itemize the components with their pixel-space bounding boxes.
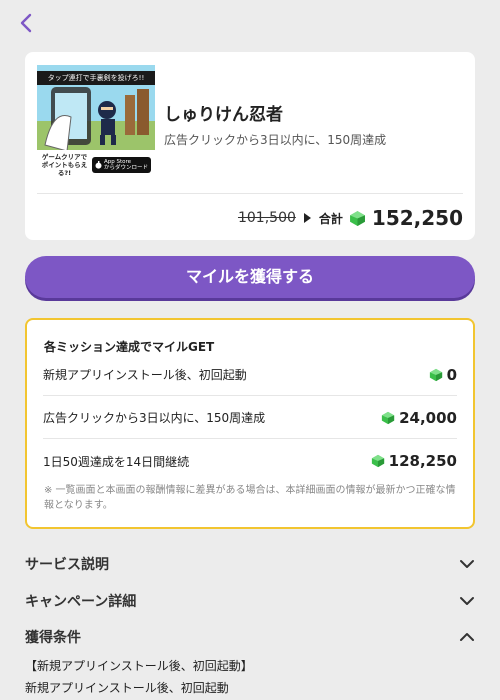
chevron-up-icon: [460, 633, 474, 641]
total-label: 合計: [318, 211, 343, 226]
chevron-down-icon: [460, 597, 474, 605]
condition-text: 新規アプリインストール後、初回起動: [25, 681, 229, 695]
gem-icon: [371, 454, 384, 468]
mission-row: 新規アプリインストール後、初回起動 0: [43, 354, 457, 396]
missions-panel: 各ミッション達成でマイルGET 新規アプリインストール後、初回起動 0 広告クリ…: [25, 318, 475, 529]
gem-icon: [349, 210, 365, 226]
gem-icon: [381, 411, 395, 424]
price-row: 101,500 合計 152,250: [238, 203, 463, 233]
total-value: 152,250: [371, 206, 463, 230]
thumbnail-banner: タップ連打で手裏剣を投げろ!!: [37, 71, 155, 85]
section-service-description[interactable]: サービス説明: [25, 549, 475, 579]
thumbnail-tagline: ゲームクリアで ポイントもらえる?!: [41, 153, 88, 177]
back-button[interactable]: [14, 10, 38, 36]
app-thumbnail[interactable]: タップ連打で手裏剣を投げろ!! ゲームクリアで ポイントもらえる?! App S…: [37, 65, 155, 180]
mission-label: 1日50週達成を14日間継続: [43, 454, 190, 469]
mission-reward-value: 24,000: [399, 408, 457, 427]
mission-row: 1日50週達成を14日間継続 128,250: [43, 440, 457, 482]
old-price: 101,500: [237, 210, 296, 226]
app-description: 広告クリックから3日以内に、150周達成: [164, 133, 387, 147]
app-card: タップ連打で手裏剣を投げろ!! ゲームクリアで ポイントもらえる?! App S…: [25, 52, 475, 240]
top-bar: [0, 0, 500, 48]
mission-label: 広告クリックから3日以内に、150周達成: [43, 411, 266, 425]
missions-title: 各ミッション達成でマイルGET: [44, 340, 215, 354]
mission-reward: 128,250: [371, 452, 457, 470]
condition-heading: 【新規アプリインストール後、初回起動】: [25, 659, 253, 673]
section-title: キャンペーン詳細: [25, 594, 137, 610]
mission-label: 新規アプリインストール後、初回起動: [43, 368, 247, 382]
store-badge-line2: からダウンロード: [103, 165, 148, 171]
section-acquisition-conditions[interactable]: 獲得条件: [25, 622, 475, 652]
gem-icon: [429, 368, 442, 381]
section-title: サービス説明: [25, 557, 109, 573]
chevron-down-icon: [460, 560, 474, 568]
missions-note: ※ 一覧画面と本画面の報酬情報に差異がある場合は、本詳細画面の情報が最新かつ正確…: [44, 485, 456, 511]
apple-icon: [95, 161, 102, 169]
mission-reward: 0: [429, 366, 457, 384]
app-name: しゅりけん忍者: [164, 105, 283, 125]
arrow-right-icon: [303, 213, 311, 223]
mission-row: 広告クリックから3日以内に、150周達成 24,000: [43, 397, 457, 439]
mission-reward: 24,000: [381, 409, 457, 427]
thumbnail-footer: ゲームクリアで ポイントもらえる?! App Store からダウンロード: [37, 150, 155, 180]
section-campaign-details[interactable]: キャンペーン詳細: [25, 586, 475, 616]
chevron-left-icon: [20, 13, 32, 33]
mission-reward-value: 0: [446, 365, 457, 384]
get-miles-button[interactable]: マイルを獲得する: [25, 256, 475, 298]
section-title: 獲得条件: [25, 630, 81, 646]
app-store-badge: App Store からダウンロード: [91, 157, 151, 173]
card-divider: [37, 193, 463, 194]
mission-reward-value: 128,250: [388, 452, 457, 470]
